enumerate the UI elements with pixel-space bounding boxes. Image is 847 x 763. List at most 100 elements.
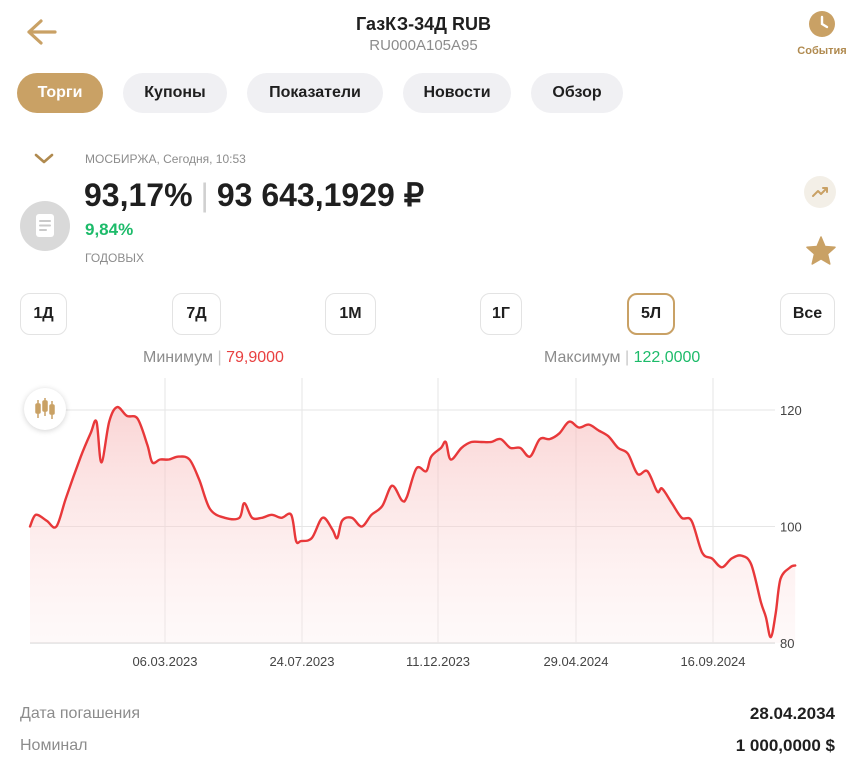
period-1y[interactable]: 1Г (480, 293, 522, 335)
data-point (445, 441, 447, 443)
data-point (336, 537, 338, 539)
data-point (558, 432, 560, 434)
data-point (331, 528, 333, 530)
y-tick-label: 120 (780, 403, 802, 418)
expand-toggle[interactable] (32, 150, 56, 168)
data-point (588, 423, 590, 425)
data-point (361, 525, 363, 527)
period-1m[interactable]: 1М (325, 293, 376, 335)
data-point (500, 438, 502, 440)
data-point (681, 517, 683, 519)
tab-overview[interactable]: Обзор (531, 73, 623, 113)
tab-coupons[interactable]: Купоны (123, 73, 227, 113)
data-point (750, 563, 752, 565)
data-point (656, 490, 658, 492)
yield-value: 9,84% (85, 220, 134, 239)
data-point (381, 505, 383, 507)
data-point (401, 499, 403, 501)
favorite-button[interactable] (804, 234, 838, 268)
period-5y[interactable]: 5Л (627, 293, 675, 335)
tab-news[interactable]: Новости (403, 73, 511, 113)
tab-indicators[interactable]: Показатели (247, 73, 383, 113)
data-point (646, 470, 648, 472)
x-tick-label: 16.09.2024 (680, 654, 745, 669)
period-7d[interactable]: 7Д (172, 293, 221, 335)
data-point (280, 517, 282, 519)
trend-button[interactable] (804, 176, 836, 208)
max-label: Максимум (544, 349, 621, 366)
tab-trades[interactable]: Торги (17, 73, 103, 113)
data-point (690, 520, 692, 522)
max-separator: | (624, 349, 630, 366)
data-point (730, 557, 732, 559)
document-icon (36, 214, 54, 237)
data-point (548, 438, 550, 440)
min-value: 79,9000 (226, 349, 284, 366)
data-point (198, 479, 200, 481)
data-point (711, 557, 713, 559)
data-point (391, 485, 393, 487)
price-area (30, 407, 796, 643)
y-tick-label: 80 (780, 636, 794, 651)
data-point (406, 496, 408, 498)
maturity-label: Дата погашения (20, 705, 140, 722)
data-point (440, 447, 442, 449)
data-point (108, 421, 110, 423)
data-point (627, 453, 629, 455)
data-point (765, 616, 767, 618)
candlestick-icon (35, 398, 55, 419)
data-point (480, 441, 482, 443)
x-tick-label: 11.12.2023 (406, 654, 470, 669)
data-point (290, 514, 292, 516)
exchange-timestamp: МОСБИРЖА, Сегодня, 10:53 (85, 152, 246, 166)
trend-icon (812, 187, 828, 197)
isin-code: RU000A105A95 (369, 37, 478, 54)
data-point (151, 461, 153, 463)
x-tick-label: 24.07.2023 (269, 654, 334, 669)
data-point (238, 517, 240, 519)
nominal-value: 1 000,0000 $ (735, 736, 835, 755)
data-point (740, 554, 742, 556)
x-tick-label: 29.04.2024 (543, 654, 608, 669)
data-point (65, 496, 67, 498)
data-point (311, 537, 313, 539)
data-point (779, 578, 781, 580)
y-tick-label: 100 (780, 520, 802, 535)
max-value: 122,0000 (633, 349, 701, 366)
price-chart[interactable]: 06.03.2023 24.07.2023 11.12.2023 29.04.2024… (0, 378, 847, 673)
data-point (509, 447, 511, 449)
price-separator: | (200, 177, 209, 213)
events-button[interactable]: События (792, 10, 847, 57)
data-point (321, 517, 323, 519)
data-point (789, 566, 791, 568)
data-point (770, 636, 772, 638)
data-point (470, 441, 472, 443)
period-1d[interactable]: 1Д (20, 293, 67, 335)
data-point (29, 525, 31, 527)
data-point (701, 552, 703, 554)
data-point (178, 455, 180, 457)
data-point (568, 421, 570, 423)
data-point (597, 429, 599, 431)
data-point (209, 508, 211, 510)
data-point (126, 415, 128, 417)
period-all[interactable]: Все (780, 293, 835, 335)
data-point (89, 432, 91, 434)
chart-type-button[interactable] (24, 388, 66, 430)
maturity-value: 28.04.2034 (749, 704, 835, 723)
data-point (578, 426, 580, 428)
events-label: События (797, 45, 847, 57)
data-point (243, 502, 245, 504)
data-point (116, 406, 118, 408)
data-point (760, 601, 762, 603)
data-point (295, 540, 297, 542)
star-icon (806, 236, 836, 265)
data-point (460, 447, 462, 449)
data-point (168, 458, 170, 460)
data-point (261, 517, 263, 519)
min-separator: | (217, 349, 222, 366)
data-point (519, 447, 521, 449)
data-point (490, 441, 492, 443)
data-point (300, 540, 302, 542)
data-point (80, 455, 82, 457)
